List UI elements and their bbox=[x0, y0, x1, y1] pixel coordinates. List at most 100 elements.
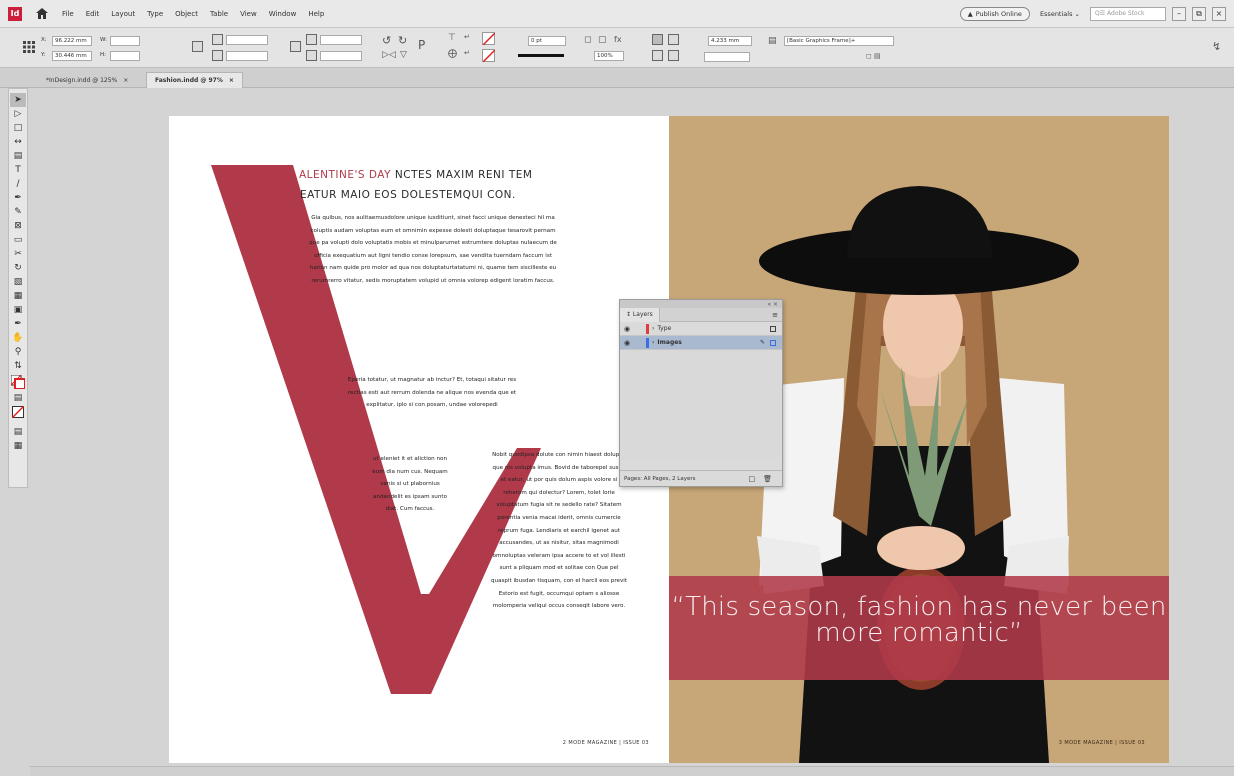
menu-type[interactable]: Type bbox=[147, 10, 163, 18]
rotate-cw-icon[interactable]: ↻ bbox=[398, 34, 407, 47]
effects-icon[interactable]: ▢ bbox=[598, 35, 607, 45]
scale-y-icon[interactable] bbox=[212, 50, 223, 61]
auto-fit-icon[interactable]: ◻ ▤ bbox=[866, 52, 881, 60]
text-wrap-none-icon[interactable] bbox=[652, 34, 663, 45]
text-wrap-jump-icon[interactable] bbox=[668, 50, 679, 61]
workspace-switcher[interactable]: Essentials ⌄ bbox=[1036, 10, 1084, 18]
layer-row-type[interactable]: ◉ › Type bbox=[620, 322, 782, 336]
stroke-swatch-icon[interactable] bbox=[482, 49, 496, 63]
restore-window-button[interactable]: ⧉ bbox=[1192, 6, 1206, 21]
menu-window[interactable]: Window bbox=[269, 10, 297, 18]
object-style-dropdown[interactable]: [Basic Graphics Frame]+ bbox=[784, 36, 894, 46]
tab-indesign-doc[interactable]: *InDesign.indd @ 125% × bbox=[38, 72, 136, 88]
content-collector-icon[interactable]: ▤ bbox=[10, 149, 26, 163]
menu-help[interactable]: Help bbox=[308, 10, 324, 18]
tab-layers[interactable]: ↕ Layers bbox=[620, 307, 660, 322]
constrain-scale-icon[interactable] bbox=[290, 41, 301, 52]
stroke-type-dropdown[interactable] bbox=[518, 54, 564, 57]
rotate-angle-field[interactable] bbox=[320, 35, 362, 45]
swatch-dropdown[interactable] bbox=[704, 52, 750, 62]
layer-target-icon[interactable] bbox=[770, 325, 776, 332]
trash-icon[interactable]: 🗑 bbox=[763, 475, 772, 483]
scale-y-field[interactable] bbox=[226, 51, 268, 61]
layers-panel[interactable]: « × ↕ Layers ≡ ◉ › Type ◉ › Images ✎ Pag… bbox=[619, 299, 783, 487]
y-position-field[interactable]: 30.446 mm bbox=[52, 51, 92, 61]
gradient-feather-tool-icon[interactable]: ▦ bbox=[10, 289, 26, 303]
menu-edit[interactable]: Edit bbox=[86, 10, 100, 18]
reference-point-icon[interactable] bbox=[22, 40, 36, 54]
opacity-field[interactable]: 100% bbox=[594, 51, 624, 61]
text-wrap-shape-icon[interactable] bbox=[652, 50, 663, 61]
paragraph-icon[interactable]: P bbox=[418, 38, 425, 52]
chevron-right-icon[interactable]: › bbox=[652, 325, 654, 332]
zoom-tool-icon[interactable]: ⚲ bbox=[10, 345, 26, 359]
select-content-icon[interactable]: ⨁ bbox=[448, 49, 457, 59]
fx-icon[interactable]: fx bbox=[614, 35, 622, 44]
menu-object[interactable]: Object bbox=[175, 10, 198, 18]
page-tool-icon[interactable]: □ bbox=[10, 121, 26, 135]
hand-tool-icon[interactable]: ✋ bbox=[10, 331, 26, 345]
scissors-tool-icon[interactable]: ✂ bbox=[10, 247, 26, 261]
publish-online-button[interactable]: ▲ Publish Online bbox=[959, 6, 1030, 21]
gradient-swatch-tool-icon[interactable]: ▧ bbox=[10, 275, 26, 289]
free-transform-tool-icon[interactable]: ↻ bbox=[10, 261, 26, 275]
text-wrap-bounding-icon[interactable] bbox=[668, 34, 679, 45]
screen-mode-icon[interactable]: ▤ bbox=[10, 425, 26, 439]
rotate-angle-icon[interactable] bbox=[306, 34, 317, 45]
eye-icon[interactable]: ◉ bbox=[620, 325, 634, 333]
menu-view[interactable]: View bbox=[240, 10, 257, 18]
fill-swatch-icon[interactable] bbox=[482, 32, 496, 46]
menu-table[interactable]: Table bbox=[210, 10, 228, 18]
pencil-tool-icon[interactable]: ✎ bbox=[10, 205, 26, 219]
stroke-weight-field[interactable]: 0 pt bbox=[528, 36, 566, 46]
drop-shadow-icon[interactable]: ◻ bbox=[584, 35, 591, 45]
constrain-proportions-icon[interactable] bbox=[192, 41, 203, 52]
type-tool-icon[interactable]: T bbox=[10, 163, 26, 177]
direct-selection-tool-icon[interactable]: ▷ bbox=[10, 107, 26, 121]
view-mode-icon[interactable]: ▦ bbox=[10, 439, 26, 453]
width-field[interactable] bbox=[110, 36, 140, 46]
layer-target-icon[interactable] bbox=[770, 339, 776, 346]
x-position-field[interactable]: 96.222 mm bbox=[52, 36, 92, 46]
line-tool-icon[interactable]: ∕ bbox=[10, 177, 26, 191]
height-field[interactable] bbox=[110, 51, 140, 61]
adobe-stock-search-input[interactable]: Q☰ Adobe Stock bbox=[1090, 6, 1166, 21]
select-next-icon[interactable]: ↵ bbox=[464, 49, 470, 57]
panel-menu-icon[interactable]: ≡ bbox=[772, 311, 778, 319]
menu-file[interactable]: File bbox=[62, 10, 74, 18]
selection-tool-icon[interactable]: ➤ bbox=[10, 93, 26, 107]
chevron-right-icon[interactable]: › bbox=[652, 339, 654, 346]
menu-layout[interactable]: Layout bbox=[111, 10, 135, 18]
gap-tool-icon[interactable]: ↔ bbox=[10, 135, 26, 149]
apply-none-icon[interactable] bbox=[10, 405, 26, 419]
rectangle-tool-icon[interactable]: ▭ bbox=[10, 233, 26, 247]
scale-x-field[interactable] bbox=[226, 35, 268, 45]
flip-horizontal-icon[interactable]: ▷◁ bbox=[382, 50, 396, 60]
quick-apply-icon[interactable]: ↯ bbox=[1212, 40, 1221, 53]
flip-vertical-icon[interactable]: ▽ bbox=[400, 50, 407, 60]
formatting-container-icon[interactable]: ▤ bbox=[10, 391, 26, 405]
offset-field[interactable]: 4.233 mm bbox=[708, 36, 752, 46]
layer-row-images[interactable]: ◉ › Images ✎ bbox=[620, 336, 782, 350]
close-icon[interactable]: × bbox=[229, 77, 234, 84]
close-icon[interactable]: × bbox=[123, 77, 128, 84]
select-previous-icon[interactable]: ↵ bbox=[464, 33, 470, 41]
home-icon[interactable] bbox=[34, 7, 50, 21]
horizontal-scrollbar[interactable] bbox=[30, 766, 1234, 776]
minimize-window-button[interactable]: – bbox=[1172, 6, 1186, 21]
note-tool-icon[interactable]: ▣ bbox=[10, 303, 26, 317]
scale-x-icon[interactable] bbox=[212, 34, 223, 45]
default-fill-stroke-icon[interactable]: ⇅ bbox=[10, 359, 26, 373]
tab-fashion-doc[interactable]: Fashion.indd @ 97% × bbox=[146, 72, 243, 88]
eyedropper-tool-icon[interactable]: ✒ bbox=[10, 317, 26, 331]
new-layer-icon[interactable]: □ bbox=[748, 475, 755, 483]
close-window-button[interactable]: × bbox=[1212, 6, 1226, 21]
panel-collapse-close-icon[interactable]: « × bbox=[767, 301, 778, 308]
fill-stroke-swatch-icon[interactable] bbox=[10, 373, 26, 391]
select-container-icon[interactable]: ⊤ bbox=[448, 33, 456, 43]
pen-tool-icon[interactable]: ✒ bbox=[10, 191, 26, 205]
rotate-ccw-icon[interactable]: ↺ bbox=[382, 34, 391, 47]
shear-angle-icon[interactable] bbox=[306, 50, 317, 61]
eye-icon[interactable]: ◉ bbox=[620, 339, 634, 347]
rectangle-frame-tool-icon[interactable]: ⊠ bbox=[10, 219, 26, 233]
